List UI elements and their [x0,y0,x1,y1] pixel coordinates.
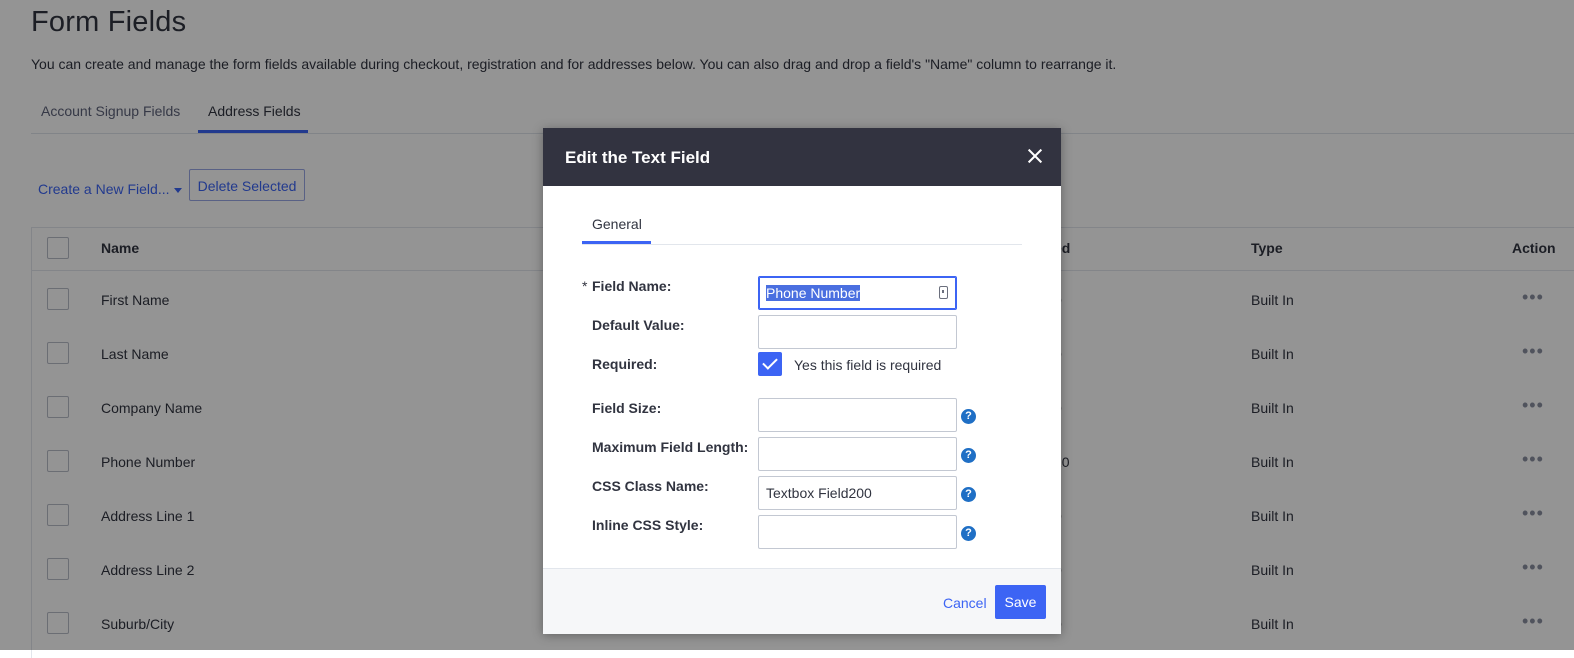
dialog-footer: Cancel Save [543,568,1061,634]
help-icon[interactable]: ? [961,409,976,424]
save-button[interactable]: Save [995,585,1046,619]
field-name-label: Field Name: [592,278,672,294]
field-size-label: Field Size: [592,400,662,416]
tab-general[interactable]: General [592,216,642,232]
help-icon[interactable]: ? [961,448,976,463]
default-value-label: Default Value: [592,317,685,333]
max-field-length-label: Maximum Field Length: [592,439,749,455]
field-name-value: Phone Number [766,285,861,301]
default-value-input[interactable] [758,315,957,349]
autofill-icon[interactable] [939,286,948,299]
dialog-header: Edit the Text Field [543,128,1061,186]
dialog-title: Edit the Text Field [565,148,711,167]
help-icon[interactable]: ? [961,487,976,502]
cancel-button[interactable]: Cancel [943,595,987,611]
required-marker: * [582,278,588,294]
field-size-input[interactable] [758,398,957,432]
help-icon[interactable]: ? [961,526,976,541]
max-field-length-input[interactable] [758,437,957,471]
required-checkbox[interactable] [758,352,782,376]
close-icon[interactable] [1025,146,1045,166]
required-label: Required: [592,356,658,372]
css-class-name-input[interactable]: Textbox Field200 [758,476,957,510]
css-class-name-label: CSS Class Name: [592,478,709,494]
field-name-input[interactable]: Phone Number [758,276,957,310]
active-tab-indicator [582,241,651,244]
inline-css-style-input[interactable] [758,515,957,549]
inline-css-style-label: Inline CSS Style: [592,517,704,533]
edit-text-field-dialog: Edit the Text Field General * Field Name… [543,128,1061,634]
required-checkbox-label[interactable]: Yes this field is required [794,357,941,373]
dialog-tabs: General [582,186,1022,245]
